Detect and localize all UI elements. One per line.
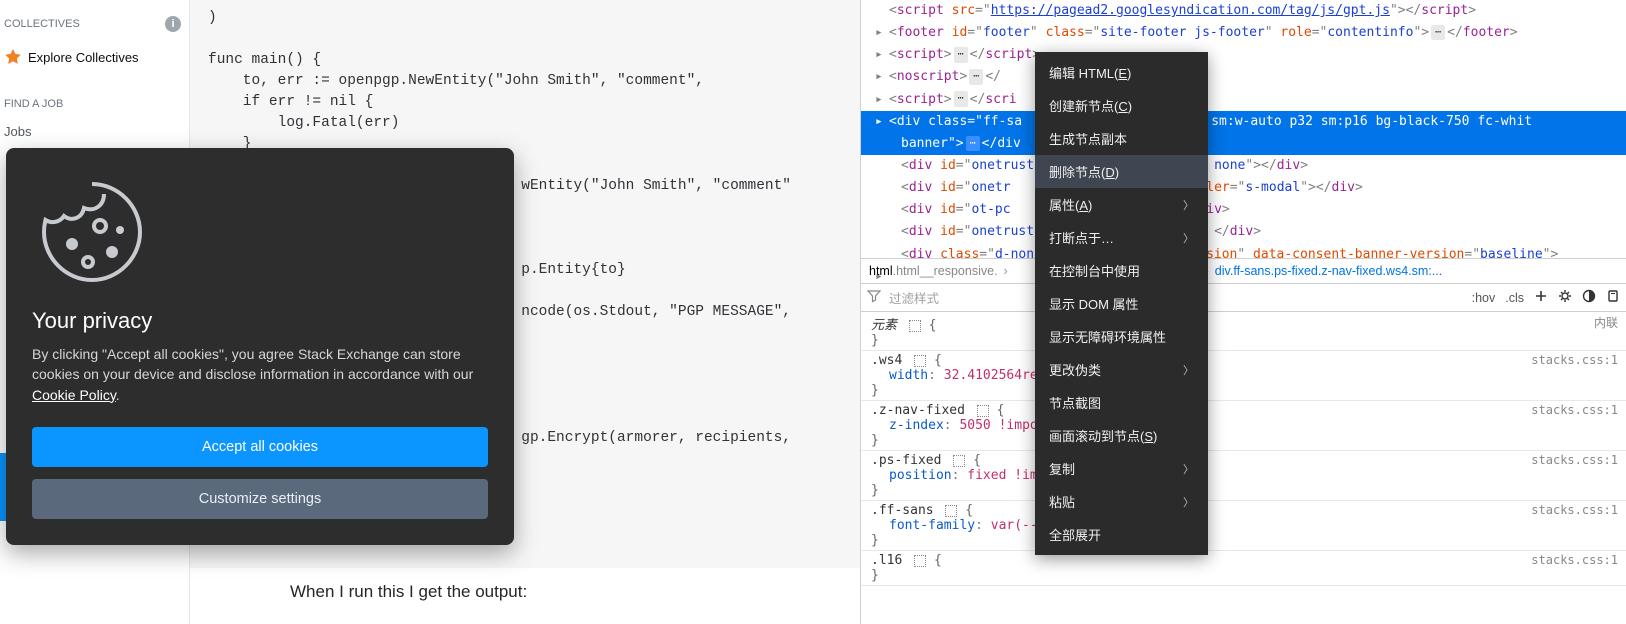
brightness-icon[interactable] <box>1558 289 1572 306</box>
dom-line[interactable]: <div id="onetrustnone"></div> <box>861 155 1626 177</box>
jobs-link[interactable]: Jobs <box>0 118 189 145</box>
cookie-banner: Your privacy By clicking "Accept all coo… <box>6 148 514 545</box>
cls-button[interactable]: .cls <box>1505 291 1524 305</box>
chevron-right-icon: 〉 <box>1183 197 1194 213</box>
context-menu-item[interactable]: 编辑 HTML(E) <box>1035 56 1208 89</box>
css-rule[interactable]: 元素 {内联} <box>861 312 1626 351</box>
print-icon[interactable] <box>1606 289 1620 306</box>
css-rule[interactable]: .l16 {stacks.css:1} <box>861 551 1626 586</box>
dom-breadcrumb[interactable]: html.html__responsive. › -theme › div.ff… <box>861 258 1626 284</box>
chevron-right-icon: 〉 <box>1183 461 1194 477</box>
dom-tree[interactable]: <script src="https://pagead2.googlesyndi… <box>861 0 1626 258</box>
context-menu-item[interactable]: 生成节点副本 <box>1035 122 1208 155</box>
chevron-right-icon: › <box>1004 264 1008 278</box>
chevron-right-icon: 〉 <box>1183 494 1194 510</box>
cookie-text-b: . <box>116 387 120 403</box>
dom-line[interactable]: <div id="onetroller="s-modal"></div> <box>861 177 1626 199</box>
crumb[interactable]: html.html__responsive. <box>869 264 998 278</box>
explore-text: Explore Collectives <box>28 50 139 65</box>
dom-line[interactable]: <div class="d-nonsion" data-consent-bann… <box>861 244 1626 258</box>
context-menu-item[interactable]: 创建新节点(C) <box>1035 89 1208 122</box>
context-menu-item[interactable]: 粘贴〉 <box>1035 485 1208 518</box>
contrast-icon[interactable] <box>1582 289 1596 306</box>
crumb-active[interactable]: div.ff-sans.ps-fixed.z-nav-fixed.ws4.sm:… <box>1215 264 1442 278</box>
dom-line[interactable]: <div id="ot-pc/div> <box>861 199 1626 221</box>
customize-settings-button[interactable]: Customize settings <box>32 479 488 519</box>
after-code-text: When I run this I get the output: <box>190 568 860 602</box>
context-menu-item[interactable]: 属性(A)〉 <box>1035 188 1208 221</box>
explore-collectives-link[interactable]: Explore Collectives <box>0 40 189 74</box>
collectives-label: COLLECTIVES i <box>0 8 189 40</box>
dom-line[interactable]: ▸<noscript>⋯</ <box>861 66 1626 88</box>
find-job-label: FIND A JOB <box>0 74 189 118</box>
dom-line-selected-2[interactable]: banner">⋯</div <box>861 133 1626 155</box>
dom-line[interactable]: ▸<script>⋯</scri <box>861 89 1626 111</box>
dom-line[interactable]: <div id="onetrust</div> <box>861 221 1626 243</box>
css-rule[interactable]: .ff-sans {stacks.css:1font-family: var(-… <box>861 501 1626 551</box>
context-menu-item[interactable]: 画面滚动到节点(S) <box>1035 419 1208 452</box>
chevron-right-icon: 〉 <box>1183 362 1194 378</box>
context-menu-item[interactable]: 删除节点(D) <box>1035 155 1208 188</box>
css-rule[interactable]: .ps-fixed {stacks.css:1position: fixed !… <box>861 451 1626 501</box>
context-menu-item[interactable]: 节点截图 <box>1035 386 1208 419</box>
styles-pane[interactable]: 元素 {内联}.ws4 {stacks.css:1width: 32.41025… <box>861 312 1626 586</box>
filter-icon[interactable] <box>867 289 881 306</box>
dom-line-selected[interactable]: ▸<div class="ff-sa ws4 sm:w-auto p32 sm:… <box>861 111 1626 133</box>
devtools-panel: <script src="https://pagead2.googlesyndi… <box>860 0 1626 624</box>
plus-icon[interactable] <box>1534 289 1548 306</box>
context-menu: 编辑 HTML(E)创建新节点(C)生成节点副本删除节点(D)属性(A)〉打断点… <box>1035 52 1208 555</box>
info-icon[interactable]: i <box>165 16 181 32</box>
cookie-title: Your privacy <box>32 308 488 334</box>
css-rule[interactable]: .z-nav-fixed {stacks.css:1z-index: 5050 … <box>861 401 1626 451</box>
cookie-text: By clicking "Accept all cookies", you ag… <box>32 344 488 405</box>
context-menu-item[interactable]: 复制〉 <box>1035 452 1208 485</box>
context-menu-item[interactable]: 显示无障碍环境属性 <box>1035 320 1208 353</box>
styles-toolbar: 过滤样式 :hov .cls <box>861 284 1626 312</box>
context-menu-item[interactable]: 打断点于…〉 <box>1035 221 1208 254</box>
context-menu-item[interactable]: 全部展开 <box>1035 518 1208 551</box>
hov-button[interactable]: :hov <box>1472 291 1496 305</box>
context-menu-item[interactable]: 更改伪类〉 <box>1035 353 1208 386</box>
collectives-text: COLLECTIVES <box>4 18 80 30</box>
context-menu-item[interactable]: 显示 DOM 属性 <box>1035 287 1208 320</box>
css-rule[interactable]: .ws4 {stacks.css:1width: 32.4102564re} <box>861 351 1626 401</box>
accept-cookies-button[interactable]: Accept all cookies <box>32 427 488 467</box>
context-menu-item[interactable]: 在控制台中使用 <box>1035 254 1208 287</box>
dom-line[interactable]: <script src="https://pagead2.googlesyndi… <box>861 0 1626 22</box>
star-icon <box>4 48 22 66</box>
chevron-right-icon: 〉 <box>1183 230 1194 246</box>
dom-line[interactable]: ▸<script>⋯</script> <box>861 44 1626 66</box>
cookie-text-a: By clicking "Accept all cookies", you ag… <box>32 346 473 382</box>
cookie-icon <box>32 172 152 292</box>
dom-line[interactable]: ▸<footer id="footer" class="site-footer … <box>861 22 1626 44</box>
cookie-policy-link[interactable]: Cookie Policy <box>32 387 116 403</box>
